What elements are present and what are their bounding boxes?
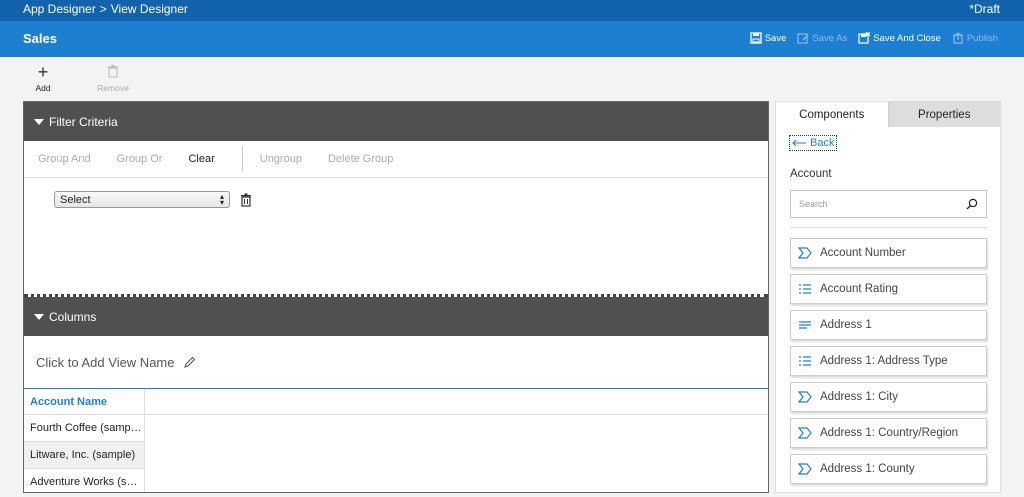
- filter-criteria-body: Group And Group Or Clear Ungroup Delete …: [24, 141, 768, 297]
- field-label: Address 1: Address Type: [820, 355, 948, 367]
- filter-criteria-title: Filter Criteria: [49, 114, 118, 129]
- trash-icon: [108, 63, 118, 83]
- field-label: Account Number: [820, 247, 906, 259]
- ungroup-button[interactable]: Ungroup: [247, 153, 315, 165]
- back-button[interactable]: Back: [789, 135, 838, 151]
- add-button[interactable]: + Add: [23, 63, 63, 97]
- save-as-icon: [797, 33, 809, 44]
- text-field-icon: [799, 321, 811, 329]
- search-placeholder: Search: [799, 199, 828, 209]
- breadcrumb-separator-icon: >: [99, 2, 107, 16]
- option-set-icon: [799, 356, 811, 366]
- table-row: Adventure Works (s…: [24, 469, 768, 492]
- remove-button[interactable]: Remove: [93, 63, 133, 97]
- breadcrumb-app[interactable]: App Designer: [23, 2, 96, 16]
- back-label: Back: [810, 137, 835, 149]
- plus-icon: +: [37, 62, 49, 82]
- panel-tabs: Components Properties: [776, 102, 1000, 127]
- grid-header-row: Account Name: [24, 389, 768, 415]
- publish-icon: [953, 32, 963, 44]
- top-bar: App Designer > View Designer *Draft: [0, 0, 1024, 21]
- field-select[interactable]: Select ▴ ▾: [54, 191, 230, 208]
- save-as-button[interactable]: Save As: [797, 32, 847, 44]
- title-bar: Sales Save Save As Save And Close Publis…: [0, 21, 1024, 57]
- table-cell: Adventure Works (s…: [24, 469, 145, 492]
- columns-grid: Account Name Fourth Coffee (samp… Litwar…: [24, 389, 768, 492]
- panel-divider: [790, 227, 987, 228]
- header-actions: Save Save As Save And Close Publish: [750, 32, 998, 44]
- breadcrumb: App Designer > View Designer: [23, 2, 188, 16]
- table-row: Litware, Inc. (sample): [24, 442, 768, 469]
- lookup-field-icon: [798, 463, 812, 475]
- field-item-address-1-address-type[interactable]: Address 1: Address Type: [790, 346, 987, 376]
- column-header-account-name[interactable]: Account Name: [24, 389, 145, 414]
- add-label: Add: [35, 83, 51, 93]
- table-cell: Fourth Coffee (samp…: [24, 415, 145, 442]
- field-item-account-rating[interactable]: Account Rating: [790, 274, 987, 304]
- publish-button[interactable]: Publish: [952, 32, 998, 44]
- field-item-address-1-country-region[interactable]: Address 1: Country/Region: [790, 418, 987, 448]
- filter-condition-row: Select ▴ ▾: [54, 191, 252, 208]
- option-set-icon: [799, 284, 811, 294]
- field-select-value: Select: [60, 193, 91, 206]
- entity-name: Account: [790, 168, 832, 180]
- toolbar: + Add Remove: [23, 63, 133, 97]
- save-label: Save: [764, 32, 787, 44]
- delete-condition-icon[interactable]: [240, 193, 252, 207]
- lookup-field-icon: [798, 427, 812, 439]
- search-input[interactable]: Search: [790, 190, 987, 218]
- page-title: Sales: [23, 31, 57, 46]
- field-label: Account Rating: [820, 283, 898, 295]
- field-list: Account Number Account Rating Address 1 …: [790, 238, 987, 490]
- field-label: Address 1: [820, 319, 872, 331]
- table-row: Fourth Coffee (samp…: [24, 415, 768, 442]
- components-panel: Components Properties Back Account Searc…: [775, 101, 1001, 493]
- columns-header[interactable]: Columns: [24, 297, 768, 336]
- field-item-account-number[interactable]: Account Number: [790, 238, 987, 268]
- view-designer-canvas: Filter Criteria Group And Group Or Clear…: [23, 101, 769, 493]
- save-and-close-icon: [858, 32, 871, 44]
- filter-criteria-header[interactable]: Filter Criteria: [24, 102, 768, 141]
- view-name-field[interactable]: Click to Add View Name: [24, 336, 768, 389]
- save-and-close-button[interactable]: Save And Close: [858, 32, 941, 44]
- collapse-triangle-icon: [34, 313, 44, 320]
- publish-label: Publish: [966, 32, 998, 44]
- delete-group-button[interactable]: Delete Group: [315, 153, 406, 165]
- field-item-address-1-city[interactable]: Address 1: City: [790, 382, 987, 412]
- view-name-prompt: Click to Add View Name: [36, 354, 175, 370]
- field-item-address-1-county[interactable]: Address 1: County: [790, 454, 987, 484]
- field-label: Address 1: City: [820, 391, 898, 403]
- field-label: Address 1: Country/Region: [820, 427, 959, 439]
- tab-components[interactable]: Components: [776, 102, 888, 127]
- collapse-triangle-icon: [34, 118, 44, 125]
- back-arrow-icon: [792, 139, 806, 147]
- save-icon: [750, 32, 762, 44]
- table-cell: Litware, Inc. (sample): [24, 442, 145, 469]
- field-item-address-1[interactable]: Address 1: [790, 310, 987, 340]
- draft-status: *Draft: [969, 2, 1000, 16]
- filter-toolbar: Group And Group Or Clear Ungroup Delete …: [24, 141, 768, 178]
- search-icon[interactable]: [966, 198, 978, 210]
- remove-label: Remove: [97, 83, 129, 93]
- columns-title: Columns: [49, 309, 97, 324]
- lookup-field-icon: [798, 247, 812, 259]
- toolbar-divider: [241, 146, 243, 172]
- clear-button[interactable]: Clear: [175, 153, 227, 165]
- lookup-field-icon: [798, 391, 812, 403]
- save-as-label: Save As: [812, 32, 848, 44]
- field-label: Address 1: County: [820, 463, 915, 475]
- group-and-button[interactable]: Group And: [24, 153, 104, 165]
- select-arrows-icon: ▴ ▾: [219, 191, 224, 207]
- pencil-icon: [183, 356, 195, 368]
- tab-properties[interactable]: Properties: [887, 102, 1000, 127]
- save-button[interactable]: Save: [750, 32, 787, 44]
- breadcrumb-view: View Designer: [110, 2, 188, 16]
- group-or-button[interactable]: Group Or: [104, 153, 176, 165]
- save-and-close-label: Save And Close: [873, 32, 941, 44]
